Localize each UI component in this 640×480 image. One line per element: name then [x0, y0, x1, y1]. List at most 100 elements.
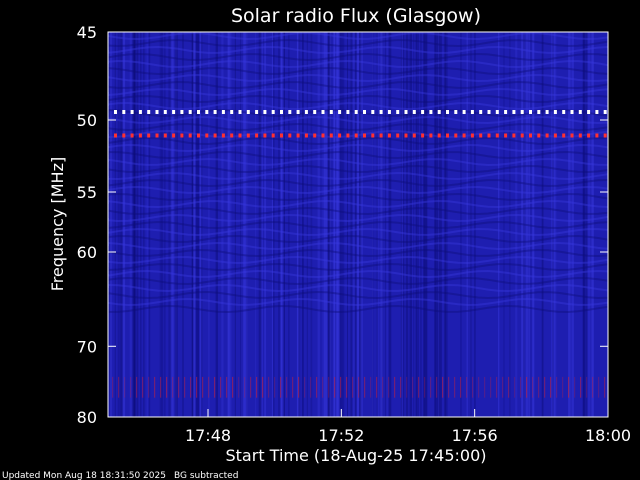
texture-streak — [109, 32, 113, 417]
interference-line-mark — [387, 110, 391, 114]
interference-line-mark — [570, 133, 574, 138]
interference-line-mark — [321, 110, 325, 114]
interference-line-mark — [263, 133, 267, 138]
interference-line-mark — [188, 110, 192, 114]
spectrogram-figure: Solar radio Flux (Glasgow) 455055607080 … — [2, 5, 631, 480]
interference-band-mark — [112, 376, 114, 398]
interference-band-mark — [586, 376, 588, 398]
interference-line-mark — [504, 110, 508, 114]
interference-band-mark — [130, 376, 132, 398]
interference-line-mark — [155, 133, 159, 138]
interference-line-mark — [553, 133, 557, 138]
y-axis-label: Frequency [MHz] — [48, 157, 67, 291]
interference-line-mark — [529, 110, 532, 114]
interference-line-mark — [578, 133, 582, 138]
interference-line-mark — [321, 133, 325, 138]
interference-band-mark — [562, 376, 564, 398]
footer-updated: Updated Mon Aug 18 18:31:50 2025 — [2, 471, 166, 480]
interference-line-mark — [404, 133, 408, 138]
interference-band-mark — [406, 376, 408, 398]
interference-line-mark — [363, 110, 366, 114]
interference-line-mark — [147, 110, 151, 114]
interference-band-mark — [208, 376, 210, 398]
texture-streak — [310, 32, 313, 417]
interference-line-mark — [387, 133, 391, 138]
texture-streak — [435, 32, 437, 417]
interference-line-mark — [138, 133, 142, 138]
interference-line-mark — [603, 133, 607, 138]
interference-line-mark — [255, 133, 259, 138]
interference-line-mark — [205, 110, 209, 114]
interference-band-mark — [292, 376, 294, 398]
interference-line-mark — [437, 110, 441, 114]
interference-band-mark — [430, 376, 432, 398]
interference-band-mark — [460, 376, 462, 398]
interference-line-mark — [130, 110, 134, 114]
texture-streak — [437, 32, 440, 417]
interference-line-mark — [379, 110, 383, 114]
texture-streak — [460, 32, 462, 417]
interference-line-mark — [479, 110, 483, 114]
interference-line-mark — [122, 133, 126, 138]
interference-line-mark — [246, 133, 250, 138]
interference-line-mark — [304, 110, 308, 114]
interference-line-mark — [396, 133, 400, 138]
x-tick-label: 17:56 — [452, 426, 498, 445]
interference-line-mark — [122, 110, 126, 114]
interference-line-mark — [595, 110, 599, 114]
interference-band-mark — [334, 376, 336, 398]
y-tick-label: 80 — [77, 408, 97, 427]
interference-band-mark — [274, 376, 276, 398]
interference-band-mark — [220, 376, 222, 398]
interference-band-mark — [508, 376, 510, 398]
texture-streak — [571, 32, 574, 417]
texture-streak — [114, 32, 116, 417]
interference-line-mark — [329, 133, 333, 138]
interference-line-mark — [537, 110, 541, 114]
interference-line-mark — [545, 133, 549, 138]
interference-line-mark — [562, 110, 566, 114]
texture-streak — [234, 32, 236, 417]
interference-line-mark — [188, 133, 192, 138]
interference-band-mark — [448, 376, 450, 398]
texture-streak — [196, 32, 199, 417]
interference-band-mark — [376, 376, 378, 398]
interference-band-mark — [280, 376, 282, 398]
interference-line-mark — [587, 110, 591, 114]
interference-band-mark — [394, 376, 396, 398]
texture-streak — [117, 32, 120, 417]
texture-streak — [336, 32, 339, 417]
texture-streak — [215, 32, 218, 417]
interference-band-mark — [190, 376, 192, 398]
interference-band-mark — [472, 376, 474, 398]
interference-line-mark — [180, 133, 184, 138]
interference-line-mark — [421, 110, 425, 114]
x-tick-label: 17:48 — [185, 426, 231, 445]
interference-band-mark — [526, 376, 528, 398]
x-tick-label: 17:52 — [318, 426, 364, 445]
interference-band-mark — [238, 376, 240, 398]
interference-line-mark — [338, 133, 342, 138]
interference-line-mark — [271, 110, 275, 114]
interference-band-mark — [418, 376, 420, 398]
interference-band-mark — [178, 376, 180, 398]
footer-note: BG subtracted — [174, 471, 238, 480]
chart-title: Solar radio Flux (Glasgow) — [231, 5, 481, 27]
interference-band-mark — [304, 376, 306, 398]
interference-line-mark — [313, 110, 317, 114]
interference-line-mark — [230, 133, 234, 138]
interference-line-mark — [495, 110, 499, 114]
interference-line-mark — [371, 110, 375, 114]
interference-band-mark — [226, 376, 228, 398]
interference-line-mark — [213, 133, 217, 138]
interference-band-mark — [352, 376, 354, 398]
interference-line-mark — [487, 133, 491, 138]
interference-line-mark — [338, 110, 342, 114]
interference-band-mark — [604, 376, 606, 398]
interference-band-mark — [484, 376, 486, 398]
interference-line-mark — [520, 133, 524, 138]
interference-band-mark — [268, 376, 270, 398]
interference-band-mark — [520, 376, 522, 398]
interference-band-mark — [322, 376, 324, 398]
y-tick-label: 50 — [77, 111, 97, 130]
